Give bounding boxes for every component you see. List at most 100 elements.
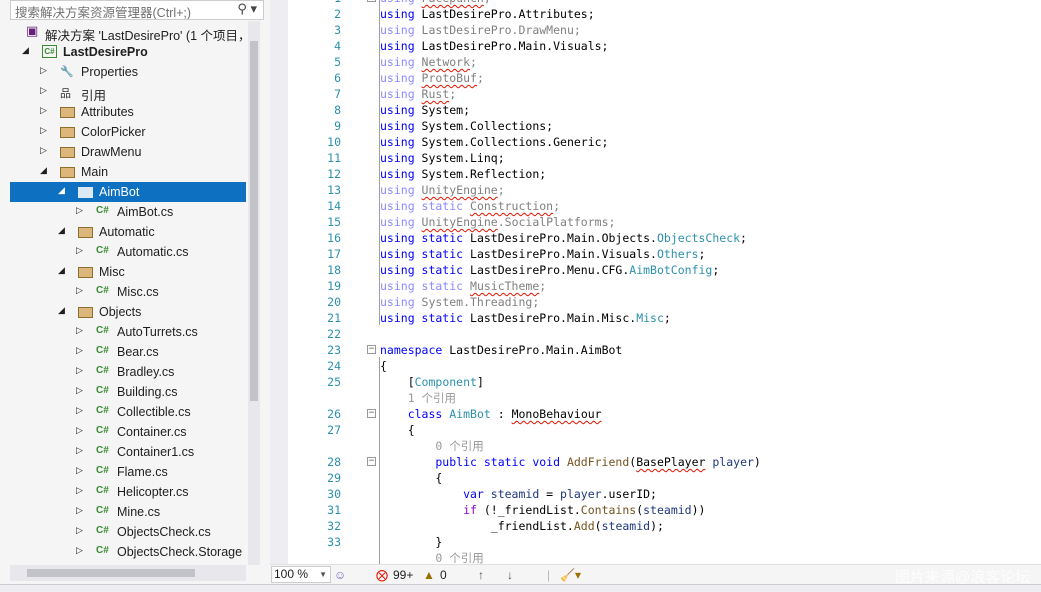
tree-item[interactable]: ▷ C# Collectible.cs xyxy=(10,402,246,422)
tree-item[interactable]: ▷ C# Mine.cs xyxy=(10,502,246,522)
expand-arrow-icon[interactable]: ▷ xyxy=(76,545,83,556)
expand-arrow-icon[interactable]: ▷ xyxy=(76,345,83,356)
tree-item[interactable]: ▷ DrawMenu xyxy=(10,142,246,162)
codelens-references[interactable]: 0 个引用 xyxy=(288,438,1041,454)
collapse-region-icon[interactable]: − xyxy=(367,0,376,2)
expand-arrow-icon[interactable]: ▷ xyxy=(76,465,83,476)
collapse-arrow-icon[interactable]: ◢ xyxy=(40,165,47,176)
tree-item[interactable]: ▷ C# Building.cs xyxy=(10,382,246,402)
tree-item[interactable]: ▷ C# AimBot.cs xyxy=(10,202,246,222)
tree-item[interactable]: ▷ C# Helicopter.cs xyxy=(10,482,246,502)
tree-item[interactable]: ▷ C# Misc.cs xyxy=(10,282,246,302)
scrollbar-thumb[interactable] xyxy=(250,41,258,401)
code-line[interactable]: 32 _friendList.Add(steamid); xyxy=(288,518,1041,534)
tree-item[interactable]: ◢ Main xyxy=(10,162,246,182)
tree-item[interactable]: ▷ ColorPicker xyxy=(10,122,246,142)
code-line[interactable]: 26 − class AimBot : MonoBehaviour xyxy=(288,406,1041,422)
code-line[interactable]: 17 using static LastDesirePro.Main.Visual… xyxy=(288,246,1041,262)
tree-item[interactable]: ▷ 🔧 Properties xyxy=(10,62,246,82)
tree-item[interactable]: ▷ Attributes xyxy=(10,102,246,122)
code-line[interactable]: 22 xyxy=(288,326,1041,342)
collapse-arrow-icon[interactable]: ◢ xyxy=(58,185,65,196)
tree-item[interactable]: ▷ C# Bear.cs xyxy=(10,342,246,362)
code-line[interactable]: 7 using Rust; xyxy=(288,86,1041,102)
tree-item[interactable]: ▷ 品引用 xyxy=(10,82,246,103)
tree-item[interactable]: ◢ Automatic xyxy=(10,222,246,242)
code-line[interactable]: 11 using System.Linq; xyxy=(288,150,1041,166)
code-cleanup-icon[interactable]: 🧹▾ xyxy=(560,567,581,583)
code-line[interactable]: 15 using UnityEngine.SocialPlatforms; xyxy=(288,214,1041,230)
collapse-arrow-icon[interactable]: ◢ xyxy=(58,305,65,316)
tree-item[interactable]: ▷ C# Automatic.cs xyxy=(10,242,246,262)
expand-arrow-icon[interactable]: ▷ xyxy=(76,405,83,416)
code-line[interactable]: 9 using System.Collections; xyxy=(288,118,1041,134)
warning-count[interactable]: 0 xyxy=(440,567,447,583)
tree-item[interactable]: ▷ C# ObjectsCheck.cs xyxy=(10,522,246,542)
collapse-arrow-icon[interactable]: ◢ xyxy=(58,265,65,276)
next-issue-icon[interactable]: ↓ xyxy=(507,567,513,583)
scrollbar-thumb[interactable] xyxy=(27,569,195,577)
code-line[interactable]: 33 } xyxy=(288,534,1041,550)
code-line[interactable]: 5 using Network; xyxy=(288,54,1041,70)
intellicode-icon[interactable]: ☺ xyxy=(334,567,346,583)
expand-arrow-icon[interactable]: ▷ xyxy=(40,65,47,76)
code-line[interactable]: 25 [Component] xyxy=(288,374,1041,390)
code-line[interactable]: 30 var steamid = player.userID; xyxy=(288,486,1041,502)
expand-arrow-icon[interactable]: ▷ xyxy=(76,385,83,396)
code-line[interactable]: 16 using static LastDesirePro.Main.Object… xyxy=(288,230,1041,246)
codelens-references[interactable]: 0 个引用 xyxy=(288,550,1041,564)
expand-arrow-icon[interactable]: ▷ xyxy=(40,105,47,116)
search-icon[interactable]: ⚲ ▾ xyxy=(237,1,257,17)
code-line[interactable]: 12 using System.Reflection; xyxy=(288,166,1041,182)
expand-arrow-icon[interactable]: ▷ xyxy=(76,285,83,296)
tree-item[interactable]: ◢ C# LastDesirePro xyxy=(10,42,246,62)
error-count[interactable]: 99+ xyxy=(393,567,413,583)
previous-issue-icon[interactable]: ↑ xyxy=(478,567,484,583)
code-line[interactable]: 27 { xyxy=(288,422,1041,438)
code-line[interactable]: 18 using static LastDesirePro.Menu.CFG.Ai… xyxy=(288,262,1041,278)
expand-arrow-icon[interactable]: ▷ xyxy=(40,145,47,156)
expand-arrow-icon[interactable]: ▷ xyxy=(40,85,47,96)
tree-item[interactable]: ▷ C# Container1.cs xyxy=(10,442,246,462)
code-line[interactable]: 23 − namespace LastDesirePro.Main.AimBot xyxy=(288,342,1041,358)
error-icon[interactable]: ⨂ xyxy=(376,567,388,583)
tree-item[interactable]: ▷ C# Flame.cs xyxy=(10,462,246,482)
solution-search-input[interactable]: 搜索解决方案资源管理器(Ctrl+;) ⚲ ▾ xyxy=(10,0,264,20)
code-line[interactable]: 19 using static MusicTheme; xyxy=(288,278,1041,294)
expand-arrow-icon[interactable]: ▷ xyxy=(76,425,83,436)
code-line[interactable]: 2 using LastDesirePro.Attributes; xyxy=(288,6,1041,22)
code-editor[interactable]: 1−using Facepunch;2using LastDesirePro.A… xyxy=(288,0,1041,564)
tree-item[interactable]: ▣ 解决方案 'LastDesirePro' (1 个项目， xyxy=(10,22,246,43)
tree-item[interactable]: ▷ C# Bradley.cs xyxy=(10,362,246,382)
tree-item[interactable]: ▷ C# ObjectsCheck.Storage xyxy=(10,542,246,562)
codelens-references[interactable]: 1 个引用 xyxy=(288,390,1041,406)
code-line[interactable]: 8 using System; xyxy=(288,102,1041,118)
tree-item[interactable]: ◢ Objects xyxy=(10,302,246,322)
collapse-region-icon[interactable]: − xyxy=(367,345,376,354)
collapse-arrow-icon[interactable]: ◢ xyxy=(58,225,65,236)
code-line[interactable]: 31 if (!_friendList.Contains(steamid)) xyxy=(288,502,1041,518)
expand-arrow-icon[interactable]: ▷ xyxy=(76,445,83,456)
code-line[interactable]: 29 { xyxy=(288,470,1041,486)
tree-item[interactable]: ◢ AimBot xyxy=(10,182,246,202)
code-line[interactable]: 24 { xyxy=(288,358,1041,374)
expand-arrow-icon[interactable]: ▷ xyxy=(76,325,83,336)
expand-arrow-icon[interactable]: ▷ xyxy=(76,245,83,256)
expand-arrow-icon[interactable]: ▷ xyxy=(76,525,83,536)
expand-arrow-icon[interactable]: ▷ xyxy=(76,485,83,496)
code-line[interactable]: 4 using LastDesirePro.Main.Visuals; xyxy=(288,38,1041,54)
code-line[interactable]: 28 − public static void AddFriend(BasePla… xyxy=(288,454,1041,470)
collapse-region-icon[interactable]: − xyxy=(367,409,376,418)
expand-arrow-icon[interactable]: ▷ xyxy=(76,205,83,216)
expand-arrow-icon[interactable]: ▷ xyxy=(76,365,83,376)
code-line[interactable]: 20 using System.Threading; xyxy=(288,294,1041,310)
tree-item[interactable]: ▷ C# Container.cs xyxy=(10,422,246,442)
code-line[interactable]: 10 using System.Collections.Generic; xyxy=(288,134,1041,150)
code-line[interactable]: 21 using static LastDesirePro.Main.Misc.M… xyxy=(288,310,1041,326)
expand-arrow-icon[interactable]: ▷ xyxy=(76,505,83,516)
warning-icon[interactable]: ▲ xyxy=(423,567,435,583)
tree-horizontal-scrollbar[interactable] xyxy=(10,565,246,581)
collapse-arrow-icon[interactable]: ◢ xyxy=(22,45,29,56)
collapse-region-icon[interactable]: − xyxy=(367,457,376,466)
tree-vertical-scrollbar[interactable] xyxy=(248,21,260,565)
